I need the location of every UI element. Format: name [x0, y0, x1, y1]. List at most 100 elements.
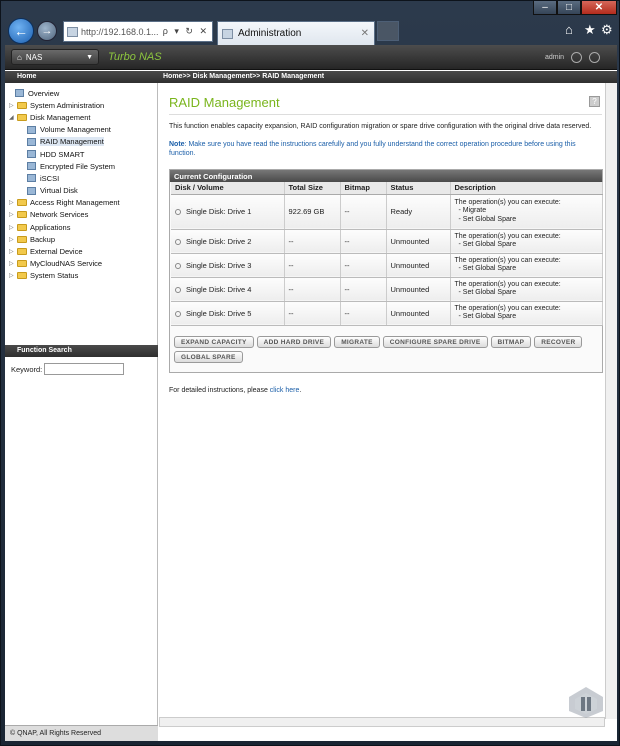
sidebar-item[interactable]: ▷ Backup — [5, 233, 158, 245]
nas-button-label: NAS — [25, 52, 43, 62]
total-size: -- — [288, 308, 294, 318]
table-row[interactable]: Single Disk: Drive 4 -- -- Unmounted The ope… — [171, 277, 603, 302]
expand-icon[interactable]: ▷ — [9, 224, 15, 231]
expand-icon[interactable]: ▷ — [9, 211, 15, 218]
keyword-input[interactable] — [44, 363, 124, 375]
instructions-text: For detailed instructions, please — [169, 387, 270, 394]
function-search-header: Function Search — [5, 345, 158, 357]
cell-disk: Single Disk: Drive 2 — [171, 229, 285, 254]
add-hard-drive-button[interactable]: ADD HARD DRIVE — [256, 336, 332, 348]
row-radio[interactable] — [175, 209, 181, 216]
recover-button[interactable]: RECOVER — [534, 336, 583, 348]
cell-bitmap: -- — [340, 253, 387, 278]
table-row[interactable]: Single Disk: Drive 3 -- -- Unmounted The ope… — [171, 253, 603, 278]
bitmap-button[interactable]: BITMAP — [490, 336, 532, 348]
note-label: Note — [169, 141, 185, 148]
cell-description: The operation(s) you can execute: - Set G… — [450, 301, 603, 326]
gear-icon[interactable]: ⚙ — [601, 22, 613, 38]
address-controls[interactable]: ρ ▾ ↻ ✕ — [163, 26, 212, 37]
status-value: Unmounted — [390, 308, 430, 318]
maximize-button[interactable]: □ — [557, 1, 581, 15]
breadcrumb: Home>> Disk Management>> RAID Management — [163, 73, 325, 80]
home-icon[interactable]: ⌂ — [565, 22, 573, 37]
expand-icon[interactable]: ▷ — [9, 102, 15, 109]
horizontal-scrollbar[interactable] — [159, 717, 605, 727]
sidebar-item[interactable]: HDD SMART — [5, 148, 158, 160]
operation-item: - Migrate — [458, 207, 487, 215]
sidebar-item-label: Encrypted File System — [40, 161, 116, 171]
sidebar-item-label: Backup — [30, 234, 56, 244]
back-button[interactable]: ← — [8, 18, 34, 44]
disk-name: Single Disk: Drive 4 — [186, 284, 252, 294]
expand-icon[interactable]: ▷ — [9, 199, 15, 206]
address-bar[interactable]: http://192.168.0.1... ρ ▾ ↻ ✕ — [63, 21, 213, 42]
table-row[interactable]: Single Disk: Drive 2 -- -- Unmounted The ope… — [171, 229, 603, 254]
click-here-link[interactable]: click here — [270, 387, 300, 394]
page-description: This function enables capacity expansion… — [169, 123, 592, 130]
cell-bitmap: -- — [340, 194, 387, 230]
cell-disk: Single Disk: Drive 3 — [171, 253, 285, 278]
new-tab-button[interactable] — [377, 21, 399, 41]
sidebar-item[interactable]: ▷ Applications — [5, 221, 158, 233]
page-icon — [27, 174, 36, 183]
user-name[interactable]: admin — [545, 54, 564, 61]
sidebar-home-label[interactable]: Home — [17, 73, 36, 80]
page-note: Note: Make sure you have read the instru… — [169, 141, 604, 158]
sidebar-item[interactable]: Overview — [5, 87, 158, 99]
row-radio[interactable] — [175, 310, 181, 317]
row-radio[interactable] — [175, 238, 181, 245]
sidebar-item[interactable]: ◢ Disk Management — [5, 111, 158, 123]
collapse-icon[interactable]: ◢ — [9, 114, 15, 121]
cell-bitmap: -- — [340, 229, 387, 254]
global-spare-button[interactable]: GLOBAL SPARE — [174, 351, 243, 363]
expand-icon[interactable]: ▷ — [9, 248, 15, 255]
sidebar-item[interactable]: ▷ Network Services — [5, 209, 158, 221]
close-button[interactable]: ✕ — [581, 1, 617, 15]
watermark-logo — [569, 687, 603, 718]
table-row[interactable]: Single Disk: Drive 1 922.69 GB -- Ready The … — [171, 194, 603, 230]
col-status: Status — [386, 182, 451, 195]
configure-spare-drive-button[interactable]: CONFIGURE SPARE DRIVE — [382, 336, 488, 348]
desc-line: The operation(s) you can execute: — [454, 232, 561, 240]
expand-icon[interactable]: ▷ — [9, 236, 15, 243]
sidebar-item[interactable]: Volume Management — [5, 124, 158, 136]
sidebar-item[interactable]: ▷ System Administration — [5, 99, 158, 111]
cell-size: -- — [284, 253, 341, 278]
folder-icon — [17, 248, 27, 256]
row-radio[interactable] — [175, 286, 181, 293]
folder-icon — [17, 223, 27, 231]
sidebar-item[interactable]: RAID Management — [5, 136, 158, 148]
expand-icon[interactable]: ▷ — [9, 260, 15, 267]
sidebar-item-label: Volume Management — [40, 125, 111, 135]
expand-icon[interactable]: ▷ — [9, 272, 15, 279]
sidebar-item[interactable]: Virtual Disk — [5, 185, 158, 197]
user-menu-icon[interactable] — [571, 52, 582, 63]
vertical-scrollbar[interactable] — [605, 83, 617, 719]
favorites-star-icon[interactable]: ★ — [584, 22, 596, 38]
tab-administration[interactable]: Administration ✕ — [217, 21, 375, 45]
page-icon — [27, 162, 36, 171]
page-icon — [67, 26, 78, 37]
sidebar-item[interactable]: ▷ Access Right Management — [5, 197, 158, 209]
migrate-button[interactable]: MIGRATE — [334, 336, 380, 348]
tab-close-icon[interactable]: ✕ — [361, 28, 374, 39]
minimize-button[interactable]: – — [533, 1, 557, 15]
nas-menu-button[interactable]: ⌂ NAS ▼ — [11, 49, 99, 65]
table-row[interactable]: Single Disk: Drive 5 -- -- Unmounted The ope… — [171, 301, 603, 326]
page-icon — [15, 89, 24, 98]
sidebar-item[interactable]: Encrypted File System — [5, 160, 158, 172]
operation-item: - Set Global Spare — [458, 215, 517, 223]
main-content: RAID Management ? This function enables … — [159, 83, 605, 713]
globe-icon[interactable] — [589, 52, 600, 63]
forward-button[interactable]: → — [37, 21, 57, 41]
row-radio[interactable] — [175, 262, 181, 269]
sidebar-item[interactable]: ▷ External Device — [5, 245, 158, 257]
page-title: RAID Management — [169, 95, 280, 110]
sidebar-item[interactable]: ▷ System Status — [5, 270, 158, 282]
expand-capacity-button[interactable]: EXPAND CAPACITY — [174, 336, 254, 348]
sidebar: Overview ▷ System Administration ◢ Disk Mana… — [5, 83, 158, 725]
tab-title: Administration — [238, 28, 302, 39]
sidebar-item[interactable]: iSCSI — [5, 172, 158, 184]
sidebar-item[interactable]: ▷ MyCloudNAS Service — [5, 258, 158, 270]
help-icon[interactable]: ? — [589, 96, 600, 107]
